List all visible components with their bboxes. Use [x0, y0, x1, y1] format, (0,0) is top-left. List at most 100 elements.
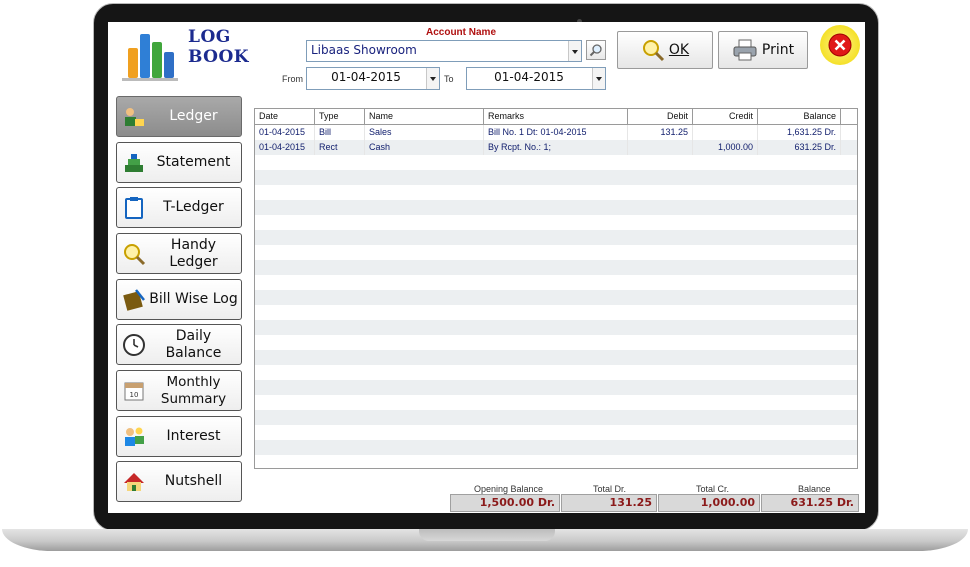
table-row[interactable]: 01-04-2015 Rect Cash By Rcpt. No.: 1; 1,…	[255, 140, 857, 155]
cell-credit: 1,000.00	[693, 140, 758, 155]
total-dr-value: 131.25	[561, 494, 657, 512]
clipboard-icon	[122, 196, 146, 220]
table-stripe-row	[255, 410, 857, 425]
col-date[interactable]: Date	[255, 109, 315, 124]
table-stripe-row	[255, 380, 857, 395]
statement-icon	[122, 151, 146, 175]
table-stripe-row	[255, 305, 857, 320]
table-stripe-row	[255, 440, 857, 455]
table-row[interactable]: 01-04-2015 Bill Sales Bill No. 1 Dt: 01-…	[255, 125, 857, 140]
total-cr-label: Total Cr.	[696, 484, 730, 494]
app-logo	[118, 26, 182, 84]
clock-icon	[122, 333, 146, 357]
sidebar-item-label: Statement	[156, 154, 231, 170]
sidebar-item-label: T-Ledger	[163, 199, 224, 215]
sidebar-item-bill-wise-log[interactable]: Bill Wise Log	[116, 279, 242, 320]
sidebar-item-label: Handy Ledger	[169, 236, 218, 270]
app-title: LOG BOOK	[188, 27, 249, 67]
account-search-button[interactable]	[586, 40, 606, 60]
from-date-picker[interactable]: 01-04-2015	[306, 67, 440, 90]
sidebar-item-interest[interactable]: Interest	[116, 416, 242, 457]
sidebar-item-label: Interest	[166, 428, 221, 444]
to-date-picker[interactable]: 01-04-2015	[466, 67, 606, 90]
table-stripe-row	[255, 170, 857, 185]
balance-label: Balance	[798, 484, 831, 494]
account-name-value: Libaas Showroom	[311, 43, 417, 57]
laptop-notch	[419, 529, 555, 541]
magnifier-icon	[122, 242, 146, 266]
col-name[interactable]: Name	[365, 109, 484, 124]
close-icon	[828, 33, 852, 57]
print-label: Print	[761, 42, 795, 58]
table-stripe-row	[255, 290, 857, 305]
cell-date: 01-04-2015	[255, 140, 315, 155]
cell-credit	[693, 125, 758, 140]
table-stripe-row	[255, 245, 857, 260]
account-name-select[interactable]: Libaas Showroom	[306, 40, 582, 62]
sidebar-item-monthly-summary[interactable]: 10 Monthly Summary	[116, 370, 242, 411]
cell-name: Sales	[365, 125, 484, 140]
col-debit[interactable]: Debit	[628, 109, 693, 124]
col-remarks[interactable]: Remarks	[484, 109, 628, 124]
cell-date: 01-04-2015	[255, 125, 315, 140]
col-credit[interactable]: Credit	[693, 109, 758, 124]
opening-balance-label: Opening Balance	[474, 484, 544, 494]
to-label: To	[444, 74, 454, 84]
table-stripe-row	[255, 155, 857, 170]
cell-balance: 631.25 Dr.	[758, 140, 841, 155]
col-type[interactable]: Type	[315, 109, 365, 124]
table-stripe-row	[255, 185, 857, 200]
sidebar-item-label: Ledger	[169, 108, 218, 124]
app-title-line2: BOOK	[188, 47, 250, 67]
sidebar-item-label-line1: Monthly	[166, 373, 221, 390]
close-button[interactable]	[820, 25, 860, 65]
cell-remarks: Bill No. 1 Dt: 01-04-2015	[484, 125, 628, 140]
sidebar-item-nutshell[interactable]: Nutshell	[116, 461, 242, 502]
col-balance[interactable]: Balance	[758, 109, 841, 124]
book-icon	[122, 288, 146, 312]
sidebar-item-statement[interactable]: Statement	[116, 142, 242, 183]
ledger-table[interactable]: Date Type Name Remarks Debit Credit Bala…	[254, 108, 858, 469]
printer-icon	[733, 39, 757, 61]
sidebar-item-t-ledger[interactable]: T-Ledger	[116, 187, 242, 228]
sidebar-item-label: Monthly Summary	[146, 374, 241, 408]
cell-balance: 1,631.25 Dr.	[758, 125, 841, 140]
table-stripe-row	[255, 275, 857, 290]
table-header: Date Type Name Remarks Debit Credit Bala…	[255, 109, 857, 125]
table-stripe-row	[255, 260, 857, 275]
ok-label: OK	[668, 42, 690, 58]
table-stripe-row	[255, 335, 857, 350]
chevron-down-icon[interactable]	[592, 68, 605, 89]
print-button[interactable]: Print	[718, 31, 808, 69]
chevron-down-icon[interactable]	[568, 41, 581, 61]
cell-type: Bill	[315, 125, 365, 140]
people-icon	[122, 425, 146, 449]
opening-balance-value: 1,500.00 Dr.	[450, 494, 560, 512]
magnifier-icon	[642, 40, 664, 62]
from-date-value: 01-04-2015	[331, 70, 401, 84]
ok-button[interactable]: OK	[617, 31, 713, 69]
total-dr-label: Total Dr.	[593, 484, 627, 494]
balance-value: 631.25 Dr.	[761, 494, 859, 512]
sidebar-item-label-line2: Summary	[160, 390, 227, 407]
app-title-line1: LOG	[188, 27, 231, 47]
table-stripe-row	[255, 425, 857, 440]
account-name-label: Account Name	[426, 27, 497, 38]
sidebar-item-daily-balance[interactable]: Daily Balance	[116, 324, 242, 365]
svg-text:10: 10	[130, 391, 139, 399]
table-stripe-row	[255, 365, 857, 380]
chevron-down-icon[interactable]	[426, 68, 439, 89]
sidebar-item-label: Nutshell	[164, 473, 223, 489]
table-stripe-row	[255, 200, 857, 215]
table-stripe-row	[255, 320, 857, 335]
sidebar-item-ledger[interactable]: Ledger	[116, 96, 242, 137]
search-icon	[589, 44, 602, 57]
ledger-icon	[122, 105, 146, 129]
to-date-value: 01-04-2015	[494, 70, 564, 84]
table-stripe-row	[255, 350, 857, 365]
sidebar-item-handy-ledger[interactable]: Handy Ledger	[116, 233, 242, 274]
cell-name: Cash	[365, 140, 484, 155]
table-stripe-row	[255, 395, 857, 410]
house-icon	[122, 470, 146, 494]
app-window: LOG BOOK Account Name Libaas Showroom Fr…	[108, 22, 865, 513]
